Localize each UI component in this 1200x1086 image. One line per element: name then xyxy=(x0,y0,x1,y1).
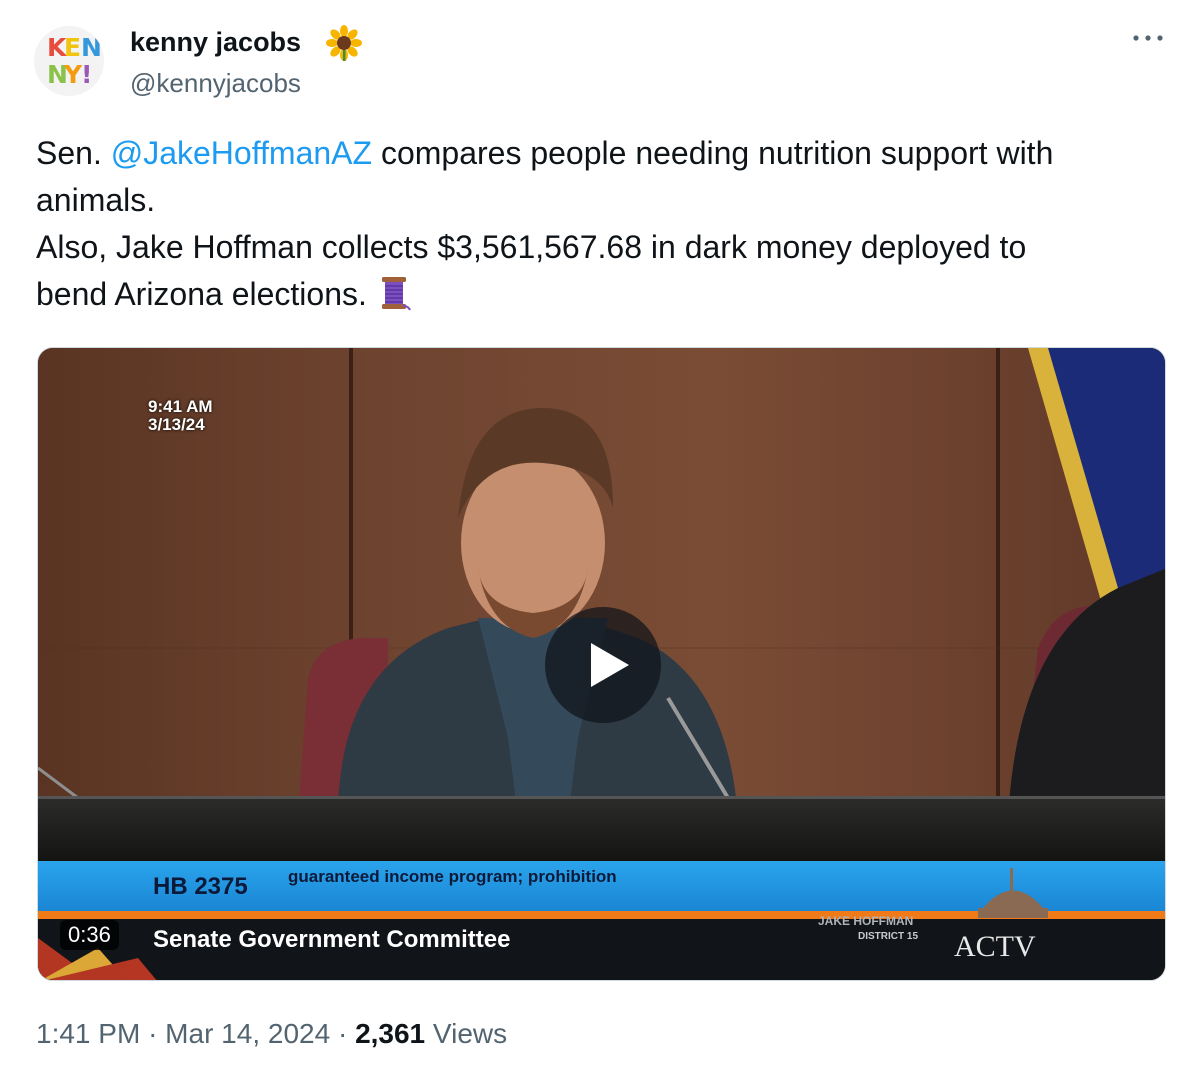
video-timestamp-overlay: 9:41 AM 3/13/24 xyxy=(148,397,213,434)
tweet-date[interactable]: Mar 14, 2024 xyxy=(165,1018,330,1049)
avatar[interactable]: K E N N Y ! xyxy=(34,26,104,96)
more-dots-icon[interactable] xyxy=(1130,28,1166,48)
channel-logo: ACTV xyxy=(954,930,1036,963)
play-icon xyxy=(591,643,629,687)
committee-name: Senate Government Committee xyxy=(153,926,511,953)
video-player[interactable]: 9:41 AM 3/13/24 HB 2375 guaranteed incom… xyxy=(37,347,1166,981)
nameplate-district: DISTRICT 15 xyxy=(858,931,919,942)
author-handle[interactable]: @kennyjacobs xyxy=(130,66,301,100)
author-display-name[interactable]: kenny jacobs xyxy=(130,24,301,60)
bill-number: HB 2375 xyxy=(153,873,248,900)
tweet-meta: 1:41 PM · Mar 14, 2024 · 2,361 Views xyxy=(36,1018,508,1049)
play-button[interactable] xyxy=(545,607,661,723)
tweet-text: Sen. @JakeHoffmanAZ compares people need… xyxy=(36,135,1054,312)
nameplate-name: JAKE HOFFMAN xyxy=(818,914,914,928)
views-count[interactable]: 2,361 xyxy=(355,1018,425,1049)
views-label[interactable]: Views xyxy=(433,1018,507,1049)
thread-spool-icon xyxy=(381,277,411,311)
sunflower-icon xyxy=(326,25,362,61)
mention-link[interactable]: @JakeHoffmanAZ xyxy=(111,135,372,171)
video-duration: 0:36 xyxy=(60,920,119,950)
tweet-time[interactable]: 1:41 PM xyxy=(36,1018,140,1049)
bill-title: guaranteed income program; prohibition xyxy=(288,867,617,886)
